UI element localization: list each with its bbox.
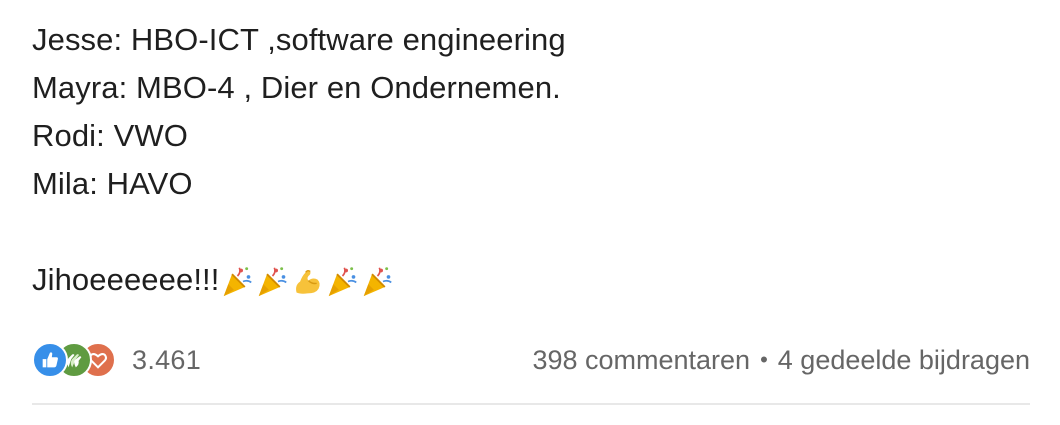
post-text: Jesse: HBO-ICT ,software engineering May… [32, 16, 1032, 304]
post-closing-line: Jihoeeeeee!!! [32, 256, 1032, 304]
party-popper-icon [221, 265, 254, 298]
party-popper-icon [326, 265, 359, 298]
separator: • [760, 347, 768, 372]
reposts-count-link[interactable]: 4 gedeelde bijdragen [778, 345, 1030, 376]
reactions-summary[interactable]: 3.461 [32, 342, 201, 378]
social-counts-bar: 3.461 398 commentaren • 4 gedeelde bijdr… [32, 338, 1030, 382]
like-icon [32, 342, 68, 378]
emoji-group [221, 265, 394, 298]
party-popper-icon [256, 265, 289, 298]
post-line: Mila: HAVO [32, 166, 193, 201]
reaction-icons [32, 342, 116, 378]
divider [32, 403, 1030, 405]
post-line: Mayra: MBO-4 , Dier en Ondernemen. [32, 70, 561, 105]
post-line: Rodi: VWO [32, 118, 188, 153]
flexed-biceps-icon [291, 265, 324, 298]
comments-count-link[interactable]: 398 commentaren [532, 345, 750, 376]
party-popper-icon [361, 265, 394, 298]
engagement-counts: 398 commentaren • 4 gedeelde bijdragen [532, 345, 1030, 376]
post-closing-text: Jihoeeeeee!!! [32, 262, 220, 297]
post-line: Jesse: HBO-ICT ,software engineering [32, 22, 566, 57]
reaction-count[interactable]: 3.461 [132, 345, 201, 376]
